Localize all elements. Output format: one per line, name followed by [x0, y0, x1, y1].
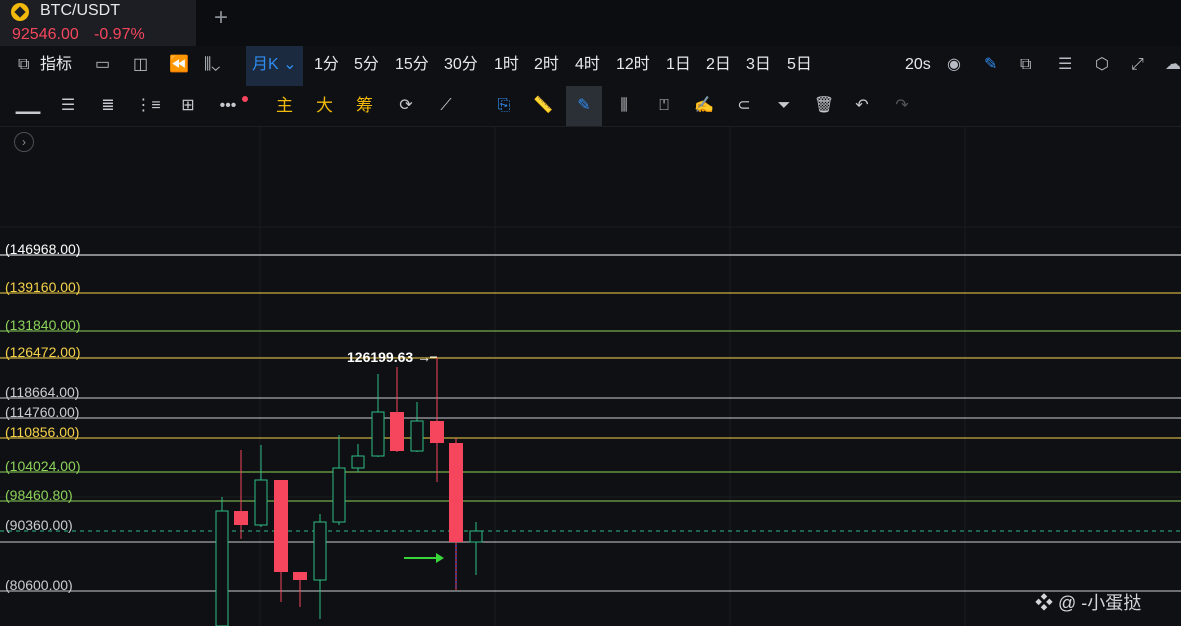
more-icon[interactable]: ••• — [212, 86, 244, 126]
trend-icon[interactable]: ⟋ — [430, 86, 462, 126]
drawing-toolbar: ▁▁ ☰ ≣ ⋮≡ ⊞ ••• 主 大 筹 ⟳ ⟋ ⎘ 📏 ✎ ⫼ ⍞ ✍ ⊂ … — [0, 86, 1181, 127]
candle-body-up — [469, 530, 483, 543]
bookmark-icon[interactable]: ⎘ — [488, 86, 520, 126]
candle-body-down — [274, 480, 288, 572]
layout-icon[interactable]: ◫ — [133, 46, 148, 84]
level-label: (110856.00) — [5, 424, 80, 440]
big-indicator-button[interactable]: 大 — [316, 86, 333, 126]
edit-note-icon[interactable]: ✍ — [688, 86, 720, 126]
interval-1m[interactable]: 1分 — [314, 46, 339, 86]
interval-3d[interactable]: 3日 — [746, 46, 771, 86]
add-tab-button[interactable]: + — [214, 4, 228, 32]
level-label: (131840.00) — [5, 317, 81, 333]
pen-icon[interactable]: ✎ — [984, 46, 997, 84]
interval-1d[interactable]: 1日 — [666, 46, 691, 86]
level-label: (118664.00) — [5, 384, 80, 400]
refresh-interval[interactable]: 20s — [905, 46, 931, 86]
level-label: (126472.00) — [5, 344, 81, 360]
candle-body-up — [215, 510, 229, 626]
level-label: (80600.00) — [5, 577, 73, 593]
interval-2d[interactable]: 2日 — [706, 46, 731, 86]
replay-icon[interactable]: ⏪ — [169, 46, 189, 84]
candle-body-down — [430, 421, 444, 443]
level-label: (139160.00) — [5, 279, 81, 295]
popout-icon[interactable]: ⧉ — [1020, 46, 1031, 84]
list-icon[interactable]: ☰ — [1058, 46, 1072, 84]
symbol-price: 92546.00 — [12, 26, 79, 43]
tab-bar: BTC/USDT 92546.00 -0.97% + — [0, 0, 1181, 46]
symbol-change: -0.97% — [94, 26, 145, 43]
binance-logo-icon — [11, 3, 29, 21]
candle-body-down — [390, 412, 404, 451]
watermark: ❖ @ -小蛋挞 — [1035, 589, 1141, 615]
draw-tool-icon[interactable]: ✎ — [566, 86, 602, 126]
candle-body-up — [351, 455, 365, 469]
interval-15m[interactable]: 15分 — [395, 46, 429, 86]
interval-30m[interactable]: 30分 — [444, 46, 478, 86]
indicators-button[interactable]: 指标 — [40, 46, 72, 86]
notification-dot — [242, 96, 248, 102]
symbol-name: BTC/USDT — [40, 2, 120, 19]
level-label: (98460.80) — [5, 487, 73, 503]
magnet-icon[interactable]: ⊂ — [728, 86, 760, 126]
chips-indicator-button[interactable]: 筹 — [356, 86, 373, 126]
candle-body-up — [371, 411, 385, 457]
candle-body-up — [254, 479, 268, 526]
symbol-tab[interactable]: BTC/USDT 92546.00 -0.97% — [0, 0, 196, 46]
sync-icon[interactable]: ⟳ — [390, 86, 422, 126]
candle-body-down — [449, 443, 463, 542]
fib-lines-icon[interactable]: ≣ — [92, 86, 124, 126]
interval-month-label: 月K — [252, 56, 279, 73]
binance-watermark-icon: ❖ — [1035, 593, 1053, 613]
filter-icon[interactable]: ⏷ — [768, 86, 800, 126]
candle-type-icon[interactable]: ⫼⌄ — [204, 46, 220, 84]
settings-icon[interactable]: ⬡ — [1095, 46, 1109, 84]
interval-toolbar: ⧉ 指标 ▭ ◫ ⏪ ⫼⌄ 月K ⌄ 1分 5分 15分 30分 1时 2时 4… — [0, 46, 1181, 87]
kline-chart[interactable]: › (146968.00) (139160.00) (131840.00) (1264… — [0, 127, 1181, 626]
calendar-icon[interactable]: ▭ — [95, 46, 110, 84]
interval-5m[interactable]: 5分 — [354, 46, 379, 86]
candle-body-up — [313, 521, 327, 581]
indicator-chart-icon[interactable]: ⧉ — [18, 46, 29, 84]
fullscreen-icon[interactable]: ⤢ — [1131, 46, 1144, 84]
candle-body-down — [234, 511, 248, 525]
level-label: (90360.00) — [5, 517, 73, 533]
interval-1h[interactable]: 1时 — [494, 46, 519, 86]
calc-icon[interactable]: ⍞ — [648, 86, 680, 126]
camera-icon[interactable]: ◉ — [947, 46, 961, 84]
chart-canvas[interactable] — [0, 127, 1181, 626]
ruler-icon[interactable]: 📏 — [527, 86, 559, 126]
level-label: (104024.00) — [5, 458, 81, 474]
ray-lines-icon[interactable]: ⋮≡ — [132, 86, 164, 126]
add-box-icon[interactable]: ⊞ — [172, 86, 204, 126]
candle-body-down — [293, 572, 307, 580]
horizontal-lines-icon[interactable]: ▁▁ — [12, 86, 44, 126]
interval-4h[interactable]: 4时 — [575, 46, 600, 86]
interval-12h[interactable]: 12时 — [616, 46, 650, 86]
candle-body-up — [410, 420, 424, 452]
level-label: (114760.00) — [5, 404, 80, 420]
trash-icon[interactable]: 🗑 — [808, 86, 840, 126]
watermark-text: @ -小蛋挞 — [1058, 593, 1142, 613]
high-annotation: 126199.63 → — [347, 349, 432, 365]
candles-icon[interactable]: ⫼ — [608, 86, 640, 126]
parallel-lines-icon[interactable]: ☰ — [52, 86, 84, 126]
undo-icon[interactable]: ↶ — [846, 86, 878, 126]
interval-month-tab[interactable]: 月K ⌄ — [246, 46, 303, 86]
green-arrow-head — [436, 553, 444, 563]
interval-5d[interactable]: 5日 — [787, 46, 812, 86]
level-label: (146968.00) — [5, 241, 81, 257]
redo-icon[interactable]: ↷ — [886, 86, 918, 126]
candle-body-up — [332, 467, 346, 523]
cloud-icon[interactable]: ☁ — [1165, 46, 1181, 84]
main-indicator-button[interactable]: 主 — [276, 86, 293, 126]
interval-2h[interactable]: 2时 — [534, 46, 559, 86]
